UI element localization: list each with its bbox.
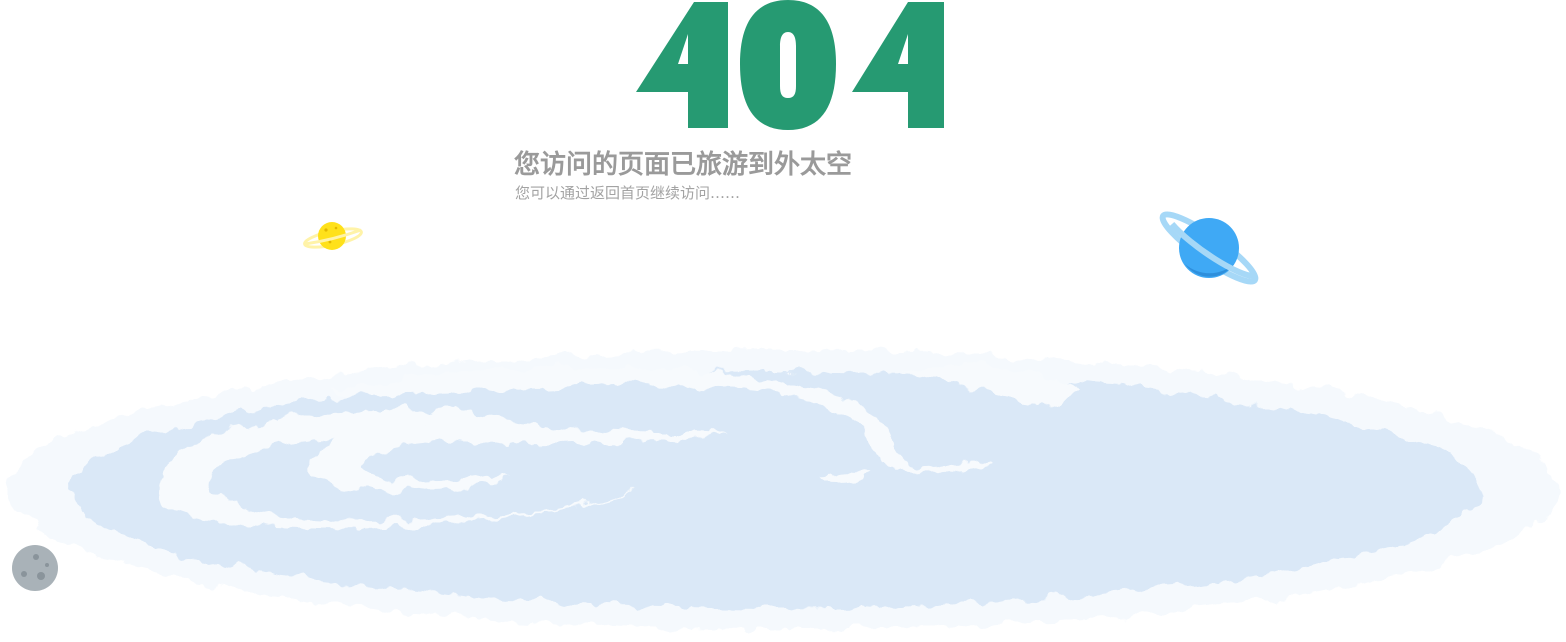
ground-illustration (8, 350, 1558, 630)
error-page: 您访问的页面已旅游到外太空 您可以通过返回首页继续访问…… (0, 0, 1566, 642)
page-subtitle: 您可以通过返回首页继续访问…… (515, 184, 741, 202)
error-code-404 (636, 0, 944, 130)
moon-icon (12, 545, 58, 591)
ringed-planet-icon (303, 222, 363, 250)
page-title: 您访问的页面已旅游到外太空 (514, 150, 853, 180)
ringed-planet-icon (1159, 211, 1259, 285)
